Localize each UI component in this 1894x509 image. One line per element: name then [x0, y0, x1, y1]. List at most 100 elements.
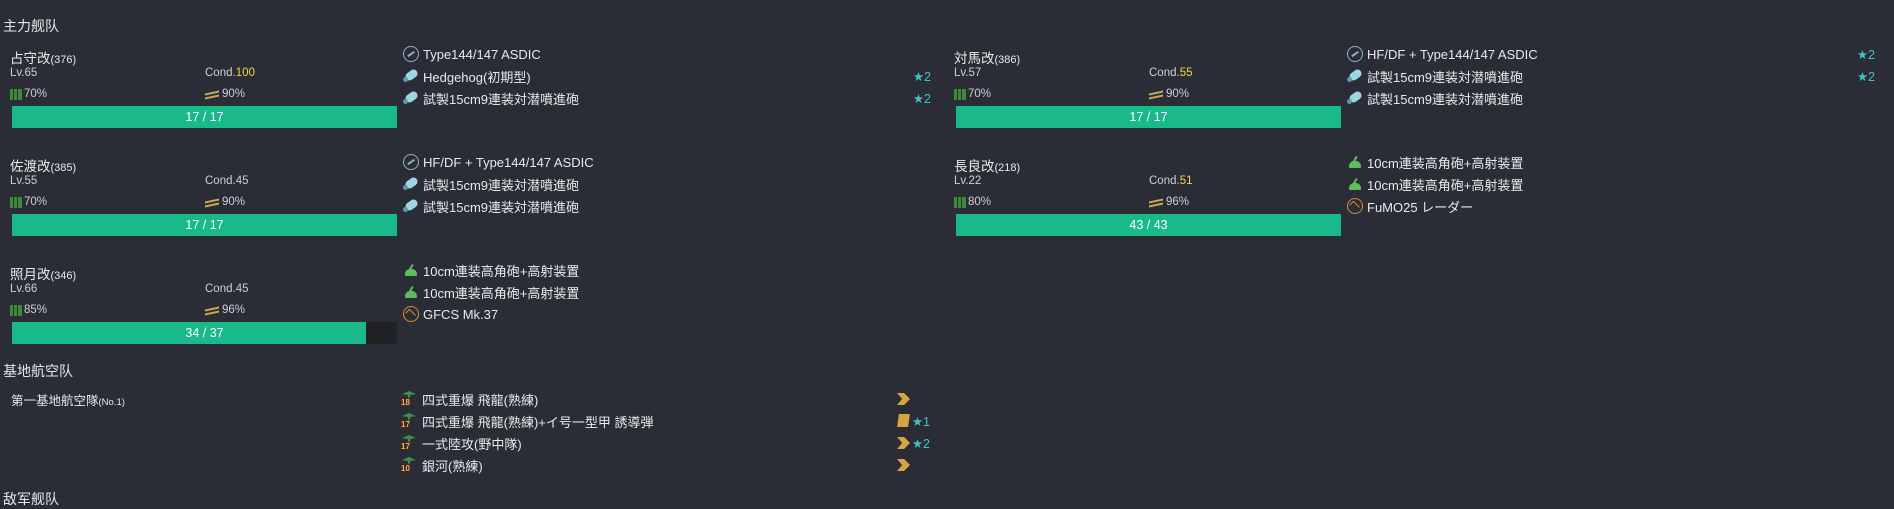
equipment-item[interactable]: GFCS Mk.37 — [403, 304, 933, 324]
ammo-icon — [205, 90, 219, 99]
fuel-icon — [10, 304, 22, 316]
sonar-icon — [403, 154, 419, 170]
plane-slot[interactable]: 17 四式重爆 飛龍(熟練)+イ号一型甲 誘導弾 ★1 — [400, 411, 930, 431]
equipment-item[interactable]: Type144/147 ASDIC — [403, 44, 933, 64]
ship-condition: Cond.45 — [205, 283, 249, 295]
depth-charge-icon — [403, 176, 419, 192]
ammo-status: 96% — [205, 304, 245, 316]
ship-level: Lv.22 — [954, 175, 982, 187]
plane-slot[interactable]: 10 銀河(熟練) — [400, 455, 930, 475]
ship-level: Lv.55 — [10, 175, 38, 187]
hp-text: 43 / 43 — [1129, 218, 1168, 232]
depth-charge-icon — [1347, 90, 1363, 106]
hp-text: 34 / 37 — [185, 326, 224, 340]
ammo-icon — [205, 306, 219, 315]
fuel-icon — [954, 88, 966, 100]
ship-card: 占守改(376) Lv.65 Cond.100 70% 90% 17 / 17 — [0, 47, 397, 137]
ship-name: 照月改(346) — [10, 267, 77, 282]
depth-charge-icon — [1347, 68, 1363, 84]
sonar-icon — [1347, 46, 1363, 62]
ship-name: 対馬改(386) — [954, 51, 1021, 66]
hi-angle-gun-icon — [403, 262, 419, 278]
ammo-icon — [1149, 198, 1163, 207]
plane-count: 17 — [400, 441, 411, 452]
land-bomber-icon: 18 — [400, 390, 418, 408]
ship-level: Lv.65 — [10, 67, 38, 79]
ship-card: 佐渡改(385) Lv.55 Cond.45 70% 90% 17 / 17 — [0, 155, 397, 245]
hp-text: 17 / 17 — [1129, 110, 1168, 124]
equipment-item[interactable]: 試製15cm9連装対潜噴進砲 — [403, 174, 933, 194]
hp-bar: 34 / 37 — [12, 322, 397, 344]
section-title-enemy-fleet: 敌军舰队 — [3, 491, 59, 507]
hp-bar: 17 / 17 — [12, 106, 397, 128]
ship-name: 長良改(218) — [954, 159, 1021, 174]
ship-name: 占守改(376) — [10, 51, 77, 66]
equipment-item[interactable]: HF/DF + Type144/147 ASDIC — [403, 152, 933, 172]
equipment-item[interactable]: 試製15cm9連装対潜噴進砲 — [403, 196, 933, 216]
hp-bar: 43 / 43 — [956, 214, 1341, 236]
radar-icon — [403, 306, 419, 322]
plane-count: 10 — [400, 463, 411, 474]
plane-slot[interactable]: 18 四式重爆 飛龍(熟練) — [400, 389, 930, 409]
hp-bar: 17 / 17 — [956, 106, 1341, 128]
ship-level: Lv.57 — [954, 67, 982, 79]
section-title-main-fleet: 主力舰队 — [3, 18, 59, 34]
plane-slot[interactable]: 17 一式陸攻(野中隊) ★2 — [400, 433, 930, 453]
hp-text: 17 / 17 — [185, 110, 224, 124]
ship-level: Lv.66 — [10, 283, 38, 295]
equipment-item[interactable]: FuMO25 レーダー — [1347, 196, 1877, 216]
chevron-double-icon — [897, 393, 910, 405]
equipment-item[interactable]: Hedgehog(初期型) ★2 — [403, 66, 933, 86]
ship-condition: Cond.51 — [1149, 175, 1193, 187]
depth-charge-icon — [403, 68, 419, 84]
equipment-item[interactable]: 10cm連装高角砲+高射装置 — [403, 260, 933, 280]
equipment-item[interactable]: 試製15cm9連装対潜噴進砲 ★2 — [1347, 66, 1877, 86]
ship-card: 対馬改(386) Lv.57 Cond.55 70% 90% 17 / 17 — [944, 47, 1341, 137]
land-bomber-icon: 10 — [400, 456, 418, 474]
ammo-status: 90% — [205, 88, 245, 100]
land-bomber-icon: 17 — [400, 412, 418, 430]
hi-angle-gun-icon — [1347, 154, 1363, 170]
chevron-double-icon — [897, 437, 910, 449]
hi-angle-gun-icon — [1347, 176, 1363, 192]
plane-count: 18 — [400, 397, 411, 408]
land-bomber-icon: 17 — [400, 434, 418, 452]
ship-card: 照月改(346) Lv.66 Cond.45 85% 96% 34 / 37 — [0, 263, 397, 353]
section-title-land-base: 基地航空队 — [3, 363, 73, 379]
equipment-item[interactable]: 試製15cm9連装対潜噴進砲 ★2 — [403, 88, 933, 108]
equipment-item[interactable]: 10cm連装高角砲+高射装置 — [403, 282, 933, 302]
radar-icon — [1347, 198, 1363, 214]
land-base-name[interactable]: 第一基地航空隊(No.1) — [11, 390, 125, 409]
fuel-status: 70% — [10, 88, 47, 100]
plane-count: 17 — [400, 419, 411, 430]
fuel-icon — [10, 196, 22, 208]
ammo-icon — [1149, 90, 1163, 99]
ship-condition: Cond.45 — [205, 175, 249, 187]
ship-condition: Cond.55 — [1149, 67, 1193, 79]
hp-bar: 17 / 17 — [12, 214, 397, 236]
flag-icon — [897, 414, 910, 427]
chevron-double-icon — [897, 459, 910, 471]
ammo-status: 96% — [1149, 196, 1189, 208]
ship-name: 佐渡改(385) — [10, 159, 77, 174]
equipment-item[interactable]: 10cm連装高角砲+高射装置 — [1347, 152, 1877, 172]
equipment-item[interactable]: HF/DF + Type144/147 ASDIC ★2 — [1347, 44, 1877, 64]
fuel-icon — [10, 88, 22, 100]
ship-card: 長良改(218) Lv.22 Cond.51 80% 96% 43 / 43 — [944, 155, 1341, 245]
ammo-status: 90% — [205, 196, 245, 208]
depth-charge-icon — [403, 90, 419, 106]
fuel-status: 70% — [10, 196, 47, 208]
ammo-icon — [205, 198, 219, 207]
sonar-icon — [403, 46, 419, 62]
fuel-status: 85% — [10, 304, 47, 316]
ship-condition: Cond.100 — [205, 67, 255, 79]
hi-angle-gun-icon — [403, 284, 419, 300]
depth-charge-icon — [403, 198, 419, 214]
equipment-item[interactable]: 試製15cm9連装対潜噴進砲 — [1347, 88, 1877, 108]
ammo-status: 90% — [1149, 88, 1189, 100]
hp-text: 17 / 17 — [185, 218, 224, 232]
fuel-status: 80% — [954, 196, 991, 208]
fuel-status: 70% — [954, 88, 991, 100]
equipment-item[interactable]: 10cm連装高角砲+高射装置 — [1347, 174, 1877, 194]
fuel-icon — [954, 196, 966, 208]
